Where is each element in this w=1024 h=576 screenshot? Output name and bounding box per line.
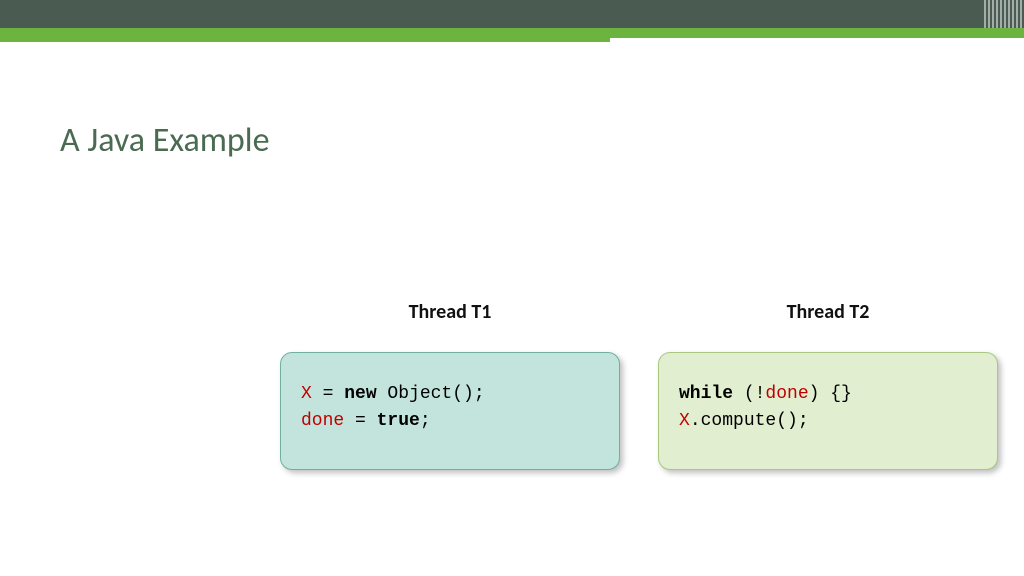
header-bar-dark (0, 0, 1024, 28)
thread-t1-code: X = new Object(); done = true; (280, 352, 620, 470)
code-token: ) {} (809, 384, 852, 404)
code-token: new (344, 384, 376, 404)
code-line: while (!done) {} (679, 381, 977, 408)
thread-t2-code: while (!done) {} X.compute(); (658, 352, 998, 470)
code-token: done (765, 384, 808, 404)
thread-columns: Thread T1 X = new Object(); done = true;… (280, 300, 998, 470)
code-token: (! (733, 384, 765, 404)
thread-t2-column: Thread T2 while (!done) {} X.compute(); (658, 300, 998, 470)
code-token: ; (420, 411, 431, 431)
code-token: while (679, 384, 733, 404)
thread-t1-header: Thread T1 (280, 300, 620, 324)
code-line: X.compute(); (679, 408, 977, 435)
thread-t2-header: Thread T2 (658, 300, 998, 324)
code-token: true (377, 411, 420, 431)
header-bar-green-thin (0, 38, 610, 42)
code-token: Object(); (377, 384, 485, 404)
header-bar-green (0, 28, 1024, 38)
code-line: X = new Object(); (301, 381, 599, 408)
slide-title: A Java Example (60, 120, 270, 161)
thread-t1-column: Thread T1 X = new Object(); done = true; (280, 300, 620, 470)
code-token: = (312, 384, 344, 404)
code-token: X (679, 411, 690, 431)
code-line: done = true; (301, 408, 599, 435)
code-token: done (301, 411, 344, 431)
code-token: .compute(); (690, 411, 809, 431)
header-stripes (984, 0, 1024, 28)
code-token: X (301, 384, 312, 404)
code-token: = (344, 411, 376, 431)
